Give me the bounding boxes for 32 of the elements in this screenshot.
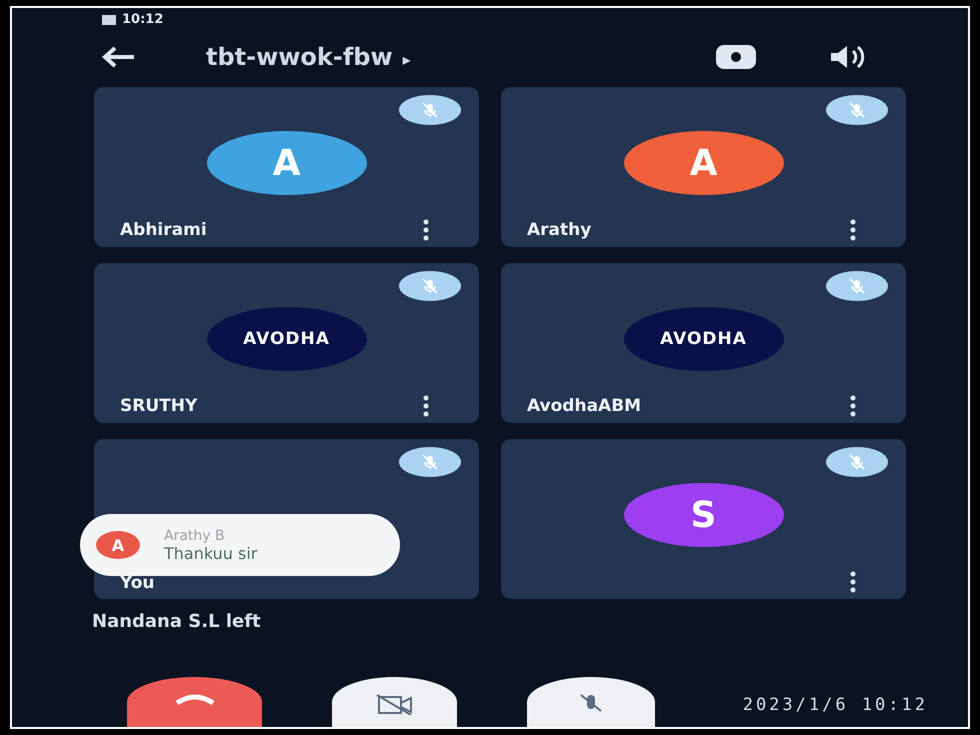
participant-name: Abhirami [120,220,207,240]
meeting-code[interactable]: tbt-wwok-fbw ▸ [206,43,411,71]
back-arrow-icon[interactable] [102,46,136,68]
participant-name: You [120,573,155,593]
sim-icon [102,14,116,24]
mic-off-button[interactable] [527,677,655,727]
sender-avatar: A [96,531,140,559]
avatar-circle: S [624,483,784,547]
more-options-icon[interactable] [850,395,856,417]
more-options-icon[interactable] [423,395,429,417]
more-options-icon[interactable] [423,219,429,241]
chat-toast[interactable]: A Arathy B Thankuu sir [80,514,400,576]
more-options-icon[interactable] [850,571,856,593]
participant-name: SRUTHY [120,396,198,416]
camera-off-button[interactable] [332,677,457,727]
participant-name: Arathy [527,220,592,240]
phone-icon [174,693,214,705]
logo-avatar: AVODHA [206,307,366,371]
logo-avatar: AVODHA [624,307,784,371]
avatar-circle: A [206,131,366,195]
chat-message: Thankuu sir [164,544,258,562]
date-stamp-label: 2023/1/6 10:12 [742,695,928,715]
camera-off-icon [374,693,414,715]
mic-off-icon [579,693,603,713]
switch-camera-icon[interactable] [714,43,758,71]
participant-left-notice: Nandana S.L left [92,611,261,632]
participant-name: AvodhaABM [527,396,642,416]
sender-name: Arathy B [164,528,226,544]
end-call-button[interactable] [127,677,262,727]
status-time: 10:12 [122,12,164,27]
avatar-circle: A [624,131,784,195]
more-options-icon[interactable] [850,219,856,241]
